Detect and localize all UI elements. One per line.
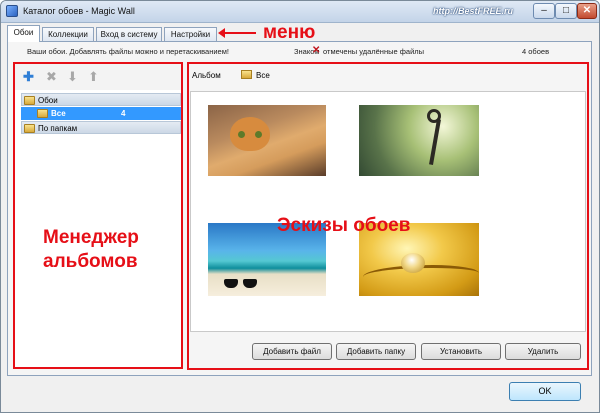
album-toolbar: ✚ ✖ ⬇ ⬆ [15, 64, 181, 90]
delete-icon[interactable]: ✖ [46, 70, 57, 83]
album-selector[interactable]: Все [256, 71, 270, 80]
add-file-button[interactable]: Добавить файл [252, 343, 332, 360]
key-wallpaper-thumbnail[interactable] [359, 105, 479, 176]
thumbnail-grid: Эскизы обоев [190, 91, 586, 332]
title-bar[interactable]: Каталог обоев - Magic Wall http://BestFR… [1, 1, 599, 23]
close-button[interactable]: ✕ [577, 3, 597, 19]
menu-annotation-arrow [218, 28, 256, 38]
add-folder-button[interactable]: Добавить папку [336, 343, 416, 360]
album-label: Альбом [192, 71, 221, 80]
app-icon [6, 5, 18, 17]
folder-icon [241, 70, 252, 79]
manager-annotation-line1: Менеджер [43, 227, 139, 248]
tree-item-label: Все [51, 109, 66, 118]
manager-annotation-line2: альбомов [43, 251, 138, 272]
folder-icon [24, 124, 35, 133]
tab-settings[interactable]: Настройки [164, 27, 217, 42]
minimize-button[interactable]: – [533, 3, 555, 19]
cat-wallpaper-thumbnail[interactable] [208, 105, 326, 176]
cat-image [230, 117, 270, 151]
tree-group-wallpapers[interactable]: Обои [21, 93, 181, 106]
maximize-button[interactable]: □ [555, 3, 577, 19]
tree-group-folders[interactable]: По папкам [21, 121, 181, 134]
legend-text: отмечены удалённые файлы [323, 47, 425, 56]
sunglasses-image [224, 279, 258, 288]
window-title: Каталог обоев - Magic Wall [23, 6, 135, 16]
watermark: http://BestFREE.ru [433, 6, 513, 16]
hint-text: Ваши обои. Добавлять файлы можно и перет… [27, 47, 229, 56]
add-icon[interactable]: ✚ [23, 70, 34, 83]
manager-annotation: Менеджер альбомов [43, 226, 139, 274]
album-manager-panel: ✚ ✖ ⬇ ⬆ Обои Все 4 По папкам Менеджер ал… [13, 62, 183, 369]
delete-button[interactable]: Удалить [505, 343, 581, 360]
drop-image [401, 253, 425, 273]
folder-icon [24, 96, 35, 105]
move-down-icon[interactable]: ⬇ [67, 70, 78, 83]
ok-button[interactable]: OK [509, 382, 581, 401]
tree-group-label: По папкам [38, 124, 78, 133]
tab-collections[interactable]: Коллекции [42, 27, 94, 42]
deleted-mark-icon: ✕ [312, 45, 321, 56]
tree-item-all[interactable]: Все 4 [21, 107, 181, 120]
install-button[interactable]: Установить [421, 343, 501, 360]
wallpaper-count: 4 обоев [522, 47, 550, 56]
tab-wallpapers[interactable]: Обои [7, 25, 40, 42]
tab-login[interactable]: Вход в систему [96, 27, 162, 42]
app-window: Каталог обоев - Magic Wall http://BestFR… [0, 0, 600, 413]
tree-group-label: Обои [38, 96, 58, 105]
tree-item-count: 4 [121, 109, 126, 118]
thumbnails-panel: Альбом Все Эскизы обоев Добавить файл До… [187, 62, 589, 370]
folder-icon [37, 109, 48, 118]
move-up-icon[interactable]: ⬆ [88, 70, 99, 83]
thumbnails-annotation: Эскизы обоев [277, 215, 411, 236]
